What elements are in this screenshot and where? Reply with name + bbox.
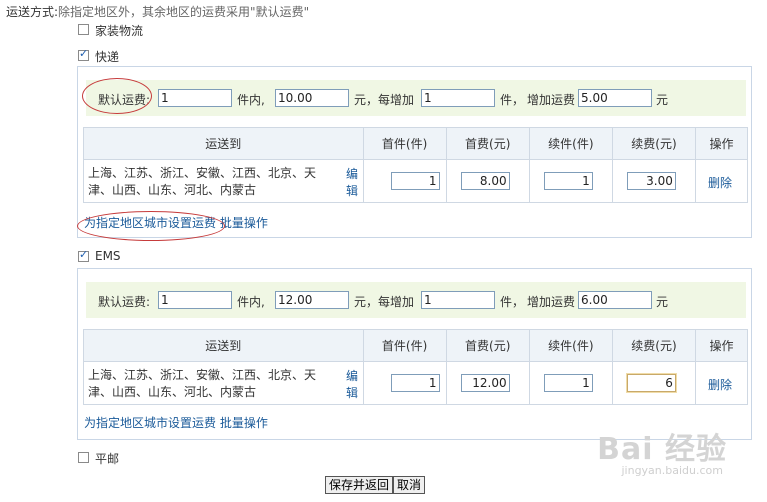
- baidu-jingyan-watermark: Bai 经验: [597, 432, 727, 467]
- ems-first-qty-input[interactable]: [158, 291, 232, 309]
- header-first-qty: 首件(件): [362, 127, 447, 160]
- items-add-text: 件，: [500, 295, 525, 309]
- region-first-fee-input[interactable]: [460, 172, 510, 190]
- ems-add-fee-input[interactable]: [578, 291, 652, 309]
- batch-operation-link[interactable]: 批量操作: [220, 416, 268, 430]
- table-row: 上海、江苏、浙江、安徽、江西、北京、天津、山西、山东、河北、内蒙古 编辑 删除: [83, 159, 748, 203]
- express-label: 快递: [95, 50, 120, 64]
- annotation-oval-region-link: [77, 211, 225, 241]
- header-first-fee: 首费(元): [445, 127, 530, 160]
- items-within-text: 件内,: [237, 93, 265, 107]
- ems-default-fee-row: 默认运费: 件内, 元，每增加 件， 增加运费 元: [86, 282, 746, 318]
- add-fee-label: 增加运费: [527, 295, 576, 309]
- save-and-return-button[interactable]: 保存并返回: [325, 476, 394, 494]
- header-add-fee: 续费(元): [611, 127, 697, 160]
- header-add-qty: 续件(件): [528, 127, 613, 160]
- yuan-each-add-text: 元，每增加: [354, 295, 415, 309]
- region-add-qty-input[interactable]: [543, 374, 593, 392]
- header-add-qty: 续件(件): [528, 329, 613, 362]
- items-add-text: 件，: [500, 93, 525, 107]
- express-checkbox[interactable]: [78, 47, 89, 61]
- edit-regions-link[interactable]: 编辑: [346, 367, 363, 401]
- region-list: 上海、江苏、浙江、安徽、江西、北京、天津、山西、山东、河北、内蒙古: [88, 166, 317, 197]
- yuan-each-add-text: 元，每增加: [354, 93, 415, 107]
- add-fee-label: 增加运费: [527, 93, 576, 107]
- ems-checkbox[interactable]: [78, 248, 89, 262]
- home-logistics-label: 家装物流: [95, 24, 144, 38]
- region-first-qty-input[interactable]: [390, 172, 440, 190]
- region-add-fee-input[interactable]: [626, 172, 676, 190]
- express-add-qty-input[interactable]: [421, 89, 495, 107]
- region-add-qty-input[interactable]: [543, 172, 593, 190]
- ems-first-fee-input[interactable]: [275, 291, 349, 309]
- ems-label: EMS: [95, 249, 121, 263]
- region-list: 上海、江苏、浙江、安徽、江西、北京、天津、山西、山东、河北、内蒙古: [88, 368, 317, 399]
- header-add-fee: 续费(元): [611, 329, 697, 362]
- header-destination: 运送到: [83, 329, 364, 362]
- header-first-qty: 首件(件): [362, 329, 447, 362]
- yuan-text: 元: [656, 295, 669, 309]
- ems-add-qty-input[interactable]: [421, 291, 495, 309]
- shipping-method-header: 运送方式:除指定地区外，其余地区的运费采用"默认运费": [6, 3, 309, 20]
- header-destination: 运送到: [83, 127, 364, 160]
- delete-row-link[interactable]: 删除: [708, 174, 732, 191]
- set-region-fee-link[interactable]: 为指定地区城市设置运费: [84, 416, 216, 430]
- watermark-url: jingyan.baidu.com: [621, 464, 723, 477]
- header-first-fee: 首费(元): [445, 329, 530, 362]
- region-first-fee-input[interactable]: [460, 374, 510, 392]
- yuan-text: 元: [656, 93, 669, 107]
- delete-row-link[interactable]: 删除: [708, 376, 732, 393]
- express-default-fee-row: 默认运费: 件内, 元，每增加 件， 增加运费 元: [86, 80, 746, 116]
- shipping-method-hint: 除指定地区外，其余地区的运费采用"默认运费": [58, 5, 310, 19]
- annotation-oval-default-fee: [82, 78, 152, 114]
- table-row: 上海、江苏、浙江、安徽、江西、北京、天津、山西、山东、河北、内蒙古 编辑 删除: [83, 361, 748, 405]
- express-first-fee-input[interactable]: [275, 89, 349, 107]
- shipping-method-label: 运送方式:: [6, 5, 59, 19]
- batch-operation-link[interactable]: 批量操作: [220, 216, 268, 230]
- ems-region-table: 运送到 首件(件) 首费(元) 续件(件) 续费(元) 操作 上海、江苏、浙江、…: [83, 329, 748, 405]
- default-fee-label: 默认运费:: [98, 295, 151, 309]
- cancel-button[interactable]: 取消: [393, 476, 426, 494]
- surface-mail-checkbox[interactable]: [78, 452, 89, 463]
- items-within-text: 件内,: [237, 295, 265, 309]
- ems-panel: 默认运费: 件内, 元，每增加 件， 增加运费 元 运送到 首件(件) 首费(元…: [77, 268, 752, 440]
- region-first-qty-input[interactable]: [390, 374, 440, 392]
- express-first-qty-input[interactable]: [158, 89, 232, 107]
- home-logistics-checkbox[interactable]: [78, 24, 89, 35]
- edit-regions-link[interactable]: 编辑: [346, 165, 363, 199]
- header-action: 操作: [695, 127, 748, 160]
- express-region-table: 运送到 首件(件) 首费(元) 续件(件) 续费(元) 操作 上海、江苏、浙江、…: [83, 127, 748, 203]
- express-add-fee-input[interactable]: [578, 89, 652, 107]
- ems-bottom-links: 为指定地区城市设置运费 批量操作: [84, 414, 268, 431]
- header-action: 操作: [695, 329, 748, 362]
- surface-mail-label: 平邮: [95, 452, 120, 466]
- region-add-fee-input[interactable]: [626, 374, 676, 392]
